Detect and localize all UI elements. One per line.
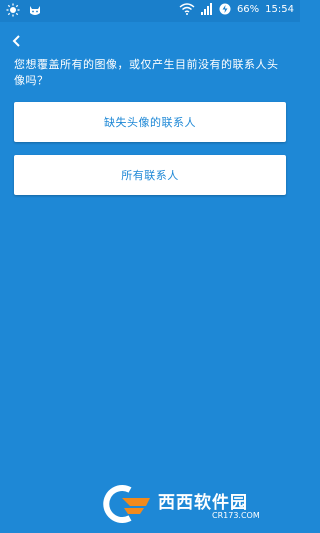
battery-percent: 66% (236, 3, 260, 15)
status-bar: 66% 15:54 (0, 0, 300, 22)
all-contacts-label: 所有联系人 (121, 169, 179, 182)
wifi-icon (179, 3, 195, 15)
battery-charging-icon (219, 3, 231, 15)
weather-sun-icon (6, 3, 20, 17)
back-button[interactable] (6, 30, 28, 52)
signal-icon (200, 3, 213, 15)
chevron-left-icon (12, 35, 22, 47)
missing-avatar-contacts-button[interactable]: 缺失头像的联系人 (14, 102, 286, 142)
watermark-brand: 西西软件园 (158, 493, 248, 513)
missing-avatar-contacts-label: 缺失头像的联系人 (104, 116, 196, 129)
all-contacts-button[interactable]: 所有联系人 (14, 155, 286, 195)
watermark-logo-icon (100, 484, 156, 524)
prompt-text: 您想覆盖所有的图像，或仅产生目前没有的联系人头像吗？ (14, 58, 279, 87)
watermark: 西西软件园 CR173.COM (100, 484, 290, 524)
watermark-url: CR173.COM (212, 511, 260, 520)
clock-time: 15:54 (265, 3, 294, 15)
cat-app-icon (28, 3, 42, 17)
